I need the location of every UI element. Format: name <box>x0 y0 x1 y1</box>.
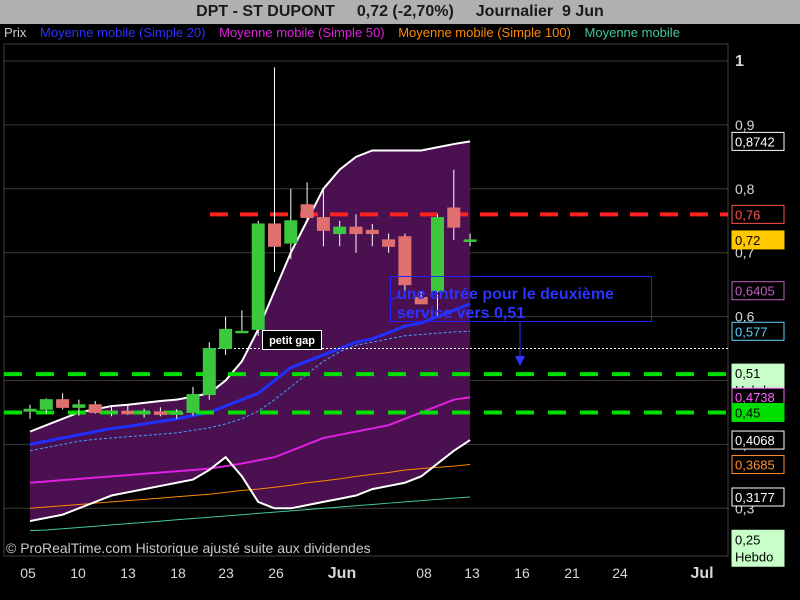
annotation-gap[interactable]: petit gap <box>262 330 322 350</box>
x-tick-label-5: 26 <box>268 565 284 581</box>
candle-19 <box>333 226 347 235</box>
price-label-4: 0,577 <box>735 324 768 339</box>
price-label-10: 0,3177 <box>735 490 775 505</box>
price-label-5: 0,51 <box>735 366 760 381</box>
price-label-3: 0,6405 <box>735 284 775 299</box>
candle-4 <box>88 404 102 413</box>
candle-16 <box>284 220 298 244</box>
y-tick-label-1: 0,9 <box>735 117 755 133</box>
x-tick-label-10: 21 <box>564 565 580 581</box>
candle-26 <box>447 207 461 228</box>
x-tick-label-11: 24 <box>612 565 628 581</box>
candle-3 <box>72 404 86 408</box>
price-label-1: 0,76 <box>735 207 760 222</box>
candle-5 <box>105 410 118 414</box>
x-tick-label-8: 13 <box>464 565 480 581</box>
candle-12 <box>219 328 233 350</box>
price-label-2: 0,72 <box>735 233 760 248</box>
candle-9 <box>170 411 184 415</box>
annotation-note[interactable]: une entrée pour le deuxième service vers… <box>390 276 652 322</box>
x-tick-label-3: 18 <box>170 565 186 581</box>
price-label-7: 0,45 <box>735 405 760 420</box>
x-tick-label-4: 23 <box>218 565 234 581</box>
candle-7 <box>137 411 151 415</box>
footer-copyright: © ProRealTime.com Historique ajusté suit… <box>6 540 371 556</box>
candle-13 <box>235 330 249 334</box>
price-label-11: 0,25 <box>735 532 760 547</box>
price-label-8: 0,4068 <box>735 433 775 448</box>
x-tick-label-2: 13 <box>120 565 136 581</box>
candle-18 <box>316 217 330 231</box>
candle-6 <box>121 410 135 415</box>
candle-10 <box>186 394 200 413</box>
x-tick-label-12: Jul <box>690 565 713 582</box>
x-tick-label-9: 16 <box>514 565 530 581</box>
candle-21 <box>365 229 379 235</box>
y-tick-label-0: 1 <box>735 53 744 70</box>
candle-22 <box>382 239 396 247</box>
price-label-9: 0,3685 <box>735 458 775 473</box>
price-label-0: 0,8742 <box>735 134 775 149</box>
price-label-sub-11: Hebdo <box>735 549 773 564</box>
candle-15 <box>268 223 281 247</box>
y-tick-label-2: 0,8 <box>735 181 755 197</box>
candle-14 <box>251 223 265 330</box>
candle-0 <box>23 408 37 412</box>
x-tick-label-7: 08 <box>416 565 432 581</box>
candle-11 <box>202 348 216 396</box>
candle-20 <box>349 226 363 235</box>
candle-27 <box>463 239 477 242</box>
x-tick-label-0: 05 <box>20 565 36 581</box>
candle-17 <box>300 204 314 219</box>
x-tick-label-6: Jun <box>328 565 356 582</box>
candle-8 <box>153 411 167 415</box>
candle-2 <box>56 399 70 408</box>
candle-1 <box>39 399 53 410</box>
x-tick-label-1: 10 <box>70 565 86 581</box>
